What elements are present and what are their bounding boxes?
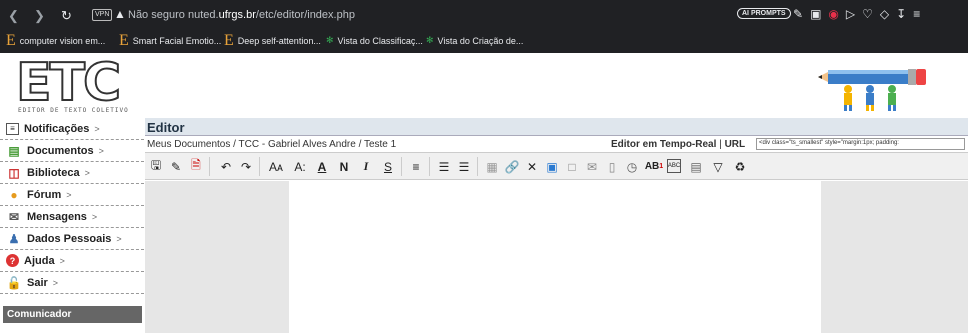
documents-icon: ▤: [8, 143, 20, 158]
bookmarks-bar: Ecomputer vision em... E Smart Facial Emo…: [0, 31, 968, 53]
forward-icon[interactable]: ❯: [34, 8, 45, 24]
structure-icon[interactable]: ♻: [731, 158, 749, 175]
realtime-link[interactable]: Editor em Tempo-Real: [611, 139, 716, 150]
browser-chrome: ❮ ❯ ↻ VPN ▲ Não seguro nuted.ufrgs.br/et…: [0, 0, 968, 53]
bookmark-item[interactable]: E Deep self-attention...: [224, 32, 321, 49]
help-icon: ?: [6, 254, 19, 267]
realtime-label: Editor em Tempo-Real | URL: [611, 139, 746, 150]
etc-logo[interactable]: ETC EDITOR DE TEXTO COLETIVO: [4, 52, 136, 116]
bookmark-site-icon: ✻: [326, 35, 334, 45]
bookmark-e-icon: E: [224, 32, 234, 49]
sidebar-item-forum[interactable]: ● Fórum >: [0, 184, 144, 206]
bullet-list-icon[interactable]: ☰: [435, 158, 453, 175]
extensions-icon[interactable]: ◇: [880, 7, 896, 21]
edit-icon[interactable]: ✎: [793, 7, 810, 21]
breadcrumb[interactable]: Meus Documentos / TCC - Gabriel Alves An…: [147, 139, 396, 150]
align-icon[interactable]: ≡: [407, 158, 425, 175]
sidebar-item-notificacoes[interactable]: ≡ Notificações >: [0, 118, 144, 140]
undo-icon[interactable]: ↶: [217, 158, 235, 175]
site-header: ETC EDITOR DE TEXTO COLETIVO: [0, 52, 968, 118]
forum-icon: ●: [10, 187, 18, 202]
comunicador-header[interactable]: Comunicador: [3, 306, 142, 323]
bookmark-item[interactable]: E Smart Facial Emotio...: [119, 32, 221, 49]
toolbar-divider: [477, 157, 478, 176]
pencil-people-illustration: [818, 69, 926, 111]
menu-icon[interactable]: ≡: [913, 7, 927, 21]
unlink-icon[interactable]: ✕: [523, 158, 541, 175]
bookmark-item[interactable]: ✻ Vista do Criação de...: [426, 35, 523, 46]
screenshot-icon[interactable]: ▣: [810, 7, 828, 21]
mail-icon[interactable]: ✉: [583, 158, 601, 175]
messages-icon: ✉: [8, 209, 20, 224]
address-bar: ❮ ❯ ↻ VPN ▲ Não seguro nuted.ufrgs.br/et…: [0, 0, 968, 31]
strike-button[interactable]: S: [379, 158, 397, 175]
url-field[interactable]: nuted.ufrgs.br/etc/editor/index.php: [188, 9, 355, 21]
font-grow-icon[interactable]: Aᴀ: [265, 158, 287, 175]
notifications-icon: ≡: [6, 122, 19, 135]
bookmark-item[interactable]: ✻ Vista do Classificaç...: [326, 35, 423, 46]
vpn-badge[interactable]: VPN: [92, 9, 113, 21]
toolbar-divider: [401, 157, 402, 176]
sidebar-item-sair[interactable]: 🔓 Sair >: [0, 272, 144, 294]
back-icon[interactable]: ❮: [8, 8, 19, 24]
sidebar-item-documentos[interactable]: ▤ Documentos >: [0, 140, 144, 162]
save-as-icon[interactable]: ✎: [167, 158, 185, 175]
page-title: Editor: [145, 118, 968, 136]
personal-data-icon: ♟: [8, 231, 20, 246]
editor-toolbar: 🖫 ✎ 🗎 ↶ ↷ Aᴀ A: A N I S ≡ ☰ ☰ ▦ 🔗 ✕ ▣ □ …: [145, 152, 968, 180]
url-label: URL: [724, 139, 746, 150]
toolbar-divider: [429, 157, 430, 176]
sidebar: ≡ Notificações > ▤ Documentos > ◫ Biblioteca >…: [0, 118, 144, 333]
editor-workspace: [145, 181, 968, 333]
pdf-icon[interactable]: 🗎: [187, 158, 205, 175]
insecure-label[interactable]: Não seguro: [128, 9, 185, 21]
numbered-list-icon[interactable]: ☰: [455, 158, 473, 175]
spellcheck-icon[interactable]: ABC: [667, 159, 681, 173]
bookmark-e-icon: E: [6, 32, 16, 49]
document-icon[interactable]: ▯: [603, 158, 621, 175]
image-icon[interactable]: ▣: [543, 158, 561, 175]
reload-icon[interactable]: ↻: [61, 8, 72, 24]
shield-icon[interactable]: ◉: [828, 7, 845, 21]
history-icon[interactable]: ◷: [623, 158, 641, 175]
toolbar-divider: [209, 157, 210, 176]
save-icon[interactable]: 🖫: [147, 158, 165, 175]
send-icon[interactable]: ▷: [846, 7, 862, 21]
bookmark-site-icon: ✻: [426, 35, 434, 45]
warning-icon[interactable]: ▲: [114, 7, 126, 21]
link-icon[interactable]: 🔗: [503, 158, 521, 175]
superscript-button[interactable]: AB 1: [643, 158, 665, 175]
library-icon: ◫: [8, 165, 20, 180]
comment-icon[interactable]: □: [563, 158, 581, 175]
url-field[interactable]: <div class="ts_smallest" style="margin:1…: [756, 138, 965, 150]
filter-icon[interactable]: ▽: [709, 158, 727, 175]
notes-icon[interactable]: ▤: [687, 158, 705, 175]
font-shrink-icon[interactable]: A:: [289, 158, 311, 175]
logo-subtitle: EDITOR DE TEXTO COLETIVO: [18, 107, 129, 114]
editor-panel: Editor Meus Documentos / TCC - Gabriel A…: [145, 118, 968, 333]
bookmark-item[interactable]: Ecomputer vision em...: [6, 32, 105, 49]
logo-text: ETC: [15, 52, 122, 114]
sidebar-item-mensagens[interactable]: ✉ Mensagens >: [0, 206, 144, 228]
document-page[interactable]: [289, 181, 821, 333]
redo-icon[interactable]: ↷: [237, 158, 255, 175]
ai-prompts-button[interactable]: AI PROMPTS: [737, 8, 791, 19]
sidebar-item-dados-pessoais[interactable]: ♟ Dados Pessoais >: [0, 228, 144, 250]
heart-icon[interactable]: ♡: [862, 7, 880, 21]
download-icon[interactable]: ↧: [896, 7, 913, 21]
logout-icon: 🔓: [6, 275, 22, 290]
toolbar-divider: [259, 157, 260, 176]
sidebar-item-biblioteca[interactable]: ◫ Biblioteca >: [0, 162, 144, 184]
toolbar-icons: ✎▣◉▷♡◇↧≡: [793, 7, 927, 21]
font-color-icon[interactable]: A: [313, 158, 331, 175]
bookmark-e-icon: E: [119, 32, 129, 49]
table-icon[interactable]: ▦: [483, 158, 501, 175]
bold-button[interactable]: N: [335, 158, 353, 175]
sidebar-item-ajuda[interactable]: ? Ajuda >: [0, 250, 144, 272]
italic-button[interactable]: I: [357, 158, 375, 175]
